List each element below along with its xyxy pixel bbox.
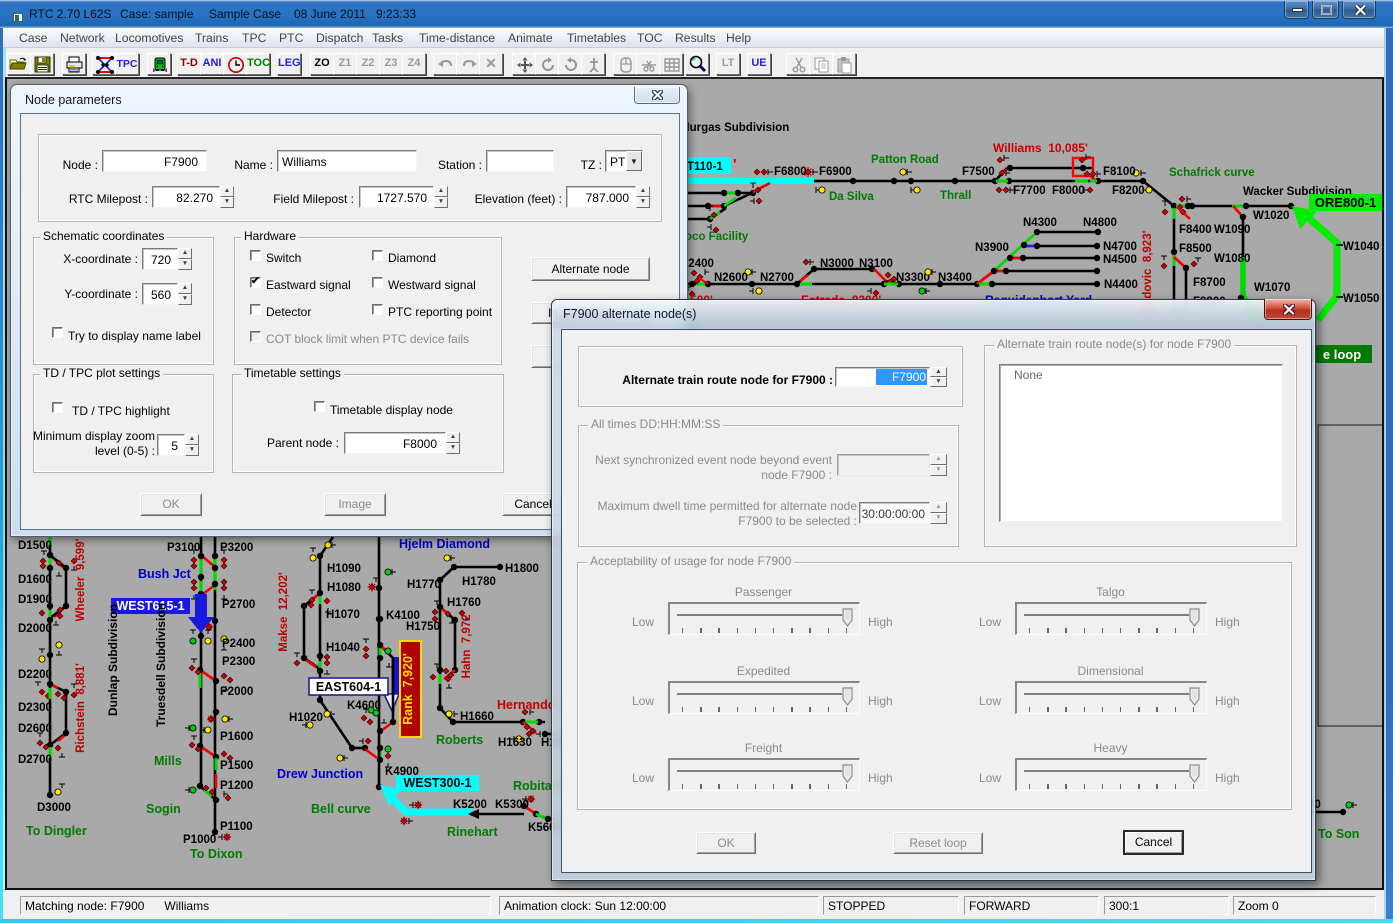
svg-text:F6800: F6800 <box>774 166 807 178</box>
svg-text:Loco Facility: Loco Facility <box>678 231 749 243</box>
svg-text:Rinehart: Rinehart <box>447 825 499 839</box>
svg-text:W1050: W1050 <box>1343 293 1379 305</box>
svg-text:Mills: Mills <box>154 754 182 768</box>
svg-text:Wheeler 9,599': Wheeler 9,599' <box>75 538 87 621</box>
svg-text:N3300: N3300 <box>896 272 930 284</box>
svg-text:D1900: D1900 <box>18 594 52 606</box>
svg-text:D2600: D2600 <box>18 723 52 735</box>
svg-text:K5200: K5200 <box>453 799 487 811</box>
svg-text:N2600: N2600 <box>714 272 748 284</box>
svg-text:P1600: P1600 <box>220 731 253 743</box>
svg-text:Thrall: Thrall <box>940 190 971 202</box>
svg-text:H1780: H1780 <box>462 576 496 588</box>
svg-text:W1020: W1020 <box>1253 210 1289 222</box>
svg-text:T110-1: T110-1 <box>687 161 723 173</box>
svg-text:To Dixon: To Dixon <box>190 847 243 861</box>
svg-text:Rank 7,920': Rank 7,920' <box>401 653 415 725</box>
svg-text:D1500: D1500 <box>18 540 52 552</box>
svg-text:F7500: F7500 <box>962 166 995 178</box>
svg-text:H1760: H1760 <box>447 597 481 609</box>
svg-text:To Dingler: To Dingler <box>26 824 87 838</box>
svg-text:P3100: P3100 <box>167 542 200 554</box>
svg-text:K5300: K5300 <box>495 799 529 811</box>
svg-text:H1040: H1040 <box>326 642 360 654</box>
svg-text:D2700: D2700 <box>18 754 52 766</box>
svg-text:D3000: D3000 <box>37 802 71 814</box>
svg-text:Schafrick curve: Schafrick curve <box>1169 167 1255 179</box>
svg-text:Hahn 7,972': Hahn 7,972' <box>461 611 473 678</box>
svg-text:N4400: N4400 <box>1104 279 1138 291</box>
svg-text:P1500: P1500 <box>220 760 253 772</box>
svg-text:WEST615-1: WEST615-1 <box>116 599 184 613</box>
svg-text:Bush Jct: Bush Jct <box>138 567 192 581</box>
svg-text:WEST300-1: WEST300-1 <box>403 776 471 790</box>
svg-text:To Son: To Son <box>1318 827 1359 841</box>
svg-text:Roberts: Roberts <box>436 733 483 747</box>
svg-text:W1080: W1080 <box>1214 253 1250 265</box>
svg-text:F7700: F7700 <box>1013 185 1046 197</box>
svg-text:P2700: P2700 <box>222 599 255 611</box>
svg-text:Dunlap Subdivision: Dunlap Subdivision <box>106 604 120 716</box>
svg-text:N4300: N4300 <box>1023 217 1057 229</box>
svg-text:N3400: N3400 <box>938 272 972 284</box>
svg-text:F8700: F8700 <box>1193 277 1226 289</box>
svg-text:F8000: F8000 <box>1052 185 1085 197</box>
svg-text:H1070: H1070 <box>326 609 360 621</box>
svg-text:Truesdell Subdivision: Truesdell Subdivision <box>154 603 168 727</box>
svg-text:D1600: D1600 <box>18 574 52 586</box>
svg-text:W1070: W1070 <box>1254 282 1290 294</box>
svg-text:P1200: P1200 <box>220 780 253 792</box>
svg-text:D2300: D2300 <box>18 702 52 714</box>
svg-text:': ' <box>733 156 737 173</box>
svg-text:H1770: H1770 <box>407 579 441 591</box>
svg-text:Da Silva: Da Silva <box>829 191 874 203</box>
svg-text:Williams 10,085': Williams 10,085' <box>993 141 1088 155</box>
svg-text:N2700: N2700 <box>760 272 794 284</box>
svg-text:P2000: P2000 <box>220 686 253 698</box>
svg-text:D2200: D2200 <box>18 669 52 681</box>
svg-text:P3200: P3200 <box>220 542 253 554</box>
svg-text:e loop: e loop <box>1323 347 1361 362</box>
svg-text:Murgas Subdivision: Murgas Subdivision <box>680 122 789 134</box>
svg-text:H1750: H1750 <box>406 621 440 633</box>
svg-text:H1080: H1080 <box>327 582 361 594</box>
svg-text:F8100: F8100 <box>1103 166 1136 178</box>
svg-text:Sogin: Sogin <box>146 802 181 816</box>
svg-text:N3100: N3100 <box>859 258 893 270</box>
svg-text:N4800: N4800 <box>1083 217 1117 229</box>
svg-text:Makse 12,202': Makse 12,202' <box>278 572 290 652</box>
svg-text:W1090: W1090 <box>1214 224 1250 236</box>
svg-text:Richstein 8,881': Richstein 8,881' <box>75 663 87 753</box>
svg-text:EAST604-1: EAST604-1 <box>316 680 381 694</box>
svg-text:N3900: N3900 <box>975 242 1009 254</box>
svg-text:N4500: N4500 <box>1103 254 1137 266</box>
svg-text:H1660: H1660 <box>460 711 494 723</box>
svg-text:D2000: D2000 <box>18 623 52 635</box>
svg-text:W1040: W1040 <box>1343 241 1379 253</box>
svg-text:F8400: F8400 <box>1179 224 1212 236</box>
svg-text:Bell curve: Bell curve <box>311 802 371 816</box>
svg-text:Patton Road: Patton Road <box>871 154 939 166</box>
svg-text:Hjelm Diamond: Hjelm Diamond <box>399 537 490 551</box>
svg-text:Hernando: Hernando <box>497 698 556 712</box>
svg-text:P1000: P1000 <box>183 834 216 846</box>
svg-text:ORE800-1: ORE800-1 <box>1315 195 1376 210</box>
svg-text:H1090: H1090 <box>327 563 361 575</box>
svg-text:H1800: H1800 <box>505 563 539 575</box>
svg-text:H1630: H1630 <box>498 737 532 749</box>
svg-text:Drew Junction: Drew Junction <box>277 767 363 781</box>
svg-text:P1100: P1100 <box>220 821 253 833</box>
svg-text:N4700: N4700 <box>1103 241 1137 253</box>
svg-text:H1020: H1020 <box>289 712 323 724</box>
svg-text:F8200: F8200 <box>1112 185 1145 197</box>
svg-text:F6900: F6900 <box>819 166 852 178</box>
svg-text:P2300: P2300 <box>222 656 255 668</box>
svg-text:N3000: N3000 <box>820 258 854 270</box>
svg-text:P2400: P2400 <box>222 638 255 650</box>
svg-text:F8500: F8500 <box>1179 243 1212 255</box>
